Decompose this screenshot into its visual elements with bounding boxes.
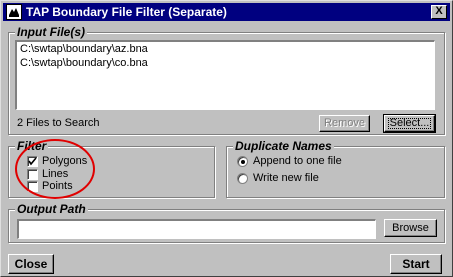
close-window-button[interactable]: X [431, 5, 447, 19]
points-label[interactable]: Points [42, 180, 73, 192]
remove-button-label: Remove [324, 117, 365, 129]
title-bar[interactable]: TAP Boundary File Filter (Separate) X [3, 3, 450, 21]
duplicate-names-legend: Duplicate Names [233, 139, 334, 153]
filter-legend: Filter [15, 139, 49, 153]
append-radio[interactable] [237, 156, 248, 167]
dialog-window: TAP Boundary File Filter (Separate) X In… [0, 0, 453, 277]
input-files-list[interactable]: C:\swtap\boundary\az.bna C:\swtap\bounda… [15, 40, 435, 110]
list-item[interactable]: C:\swtap\boundary\co.bna [17, 56, 434, 70]
start-button[interactable]: Start [390, 254, 442, 274]
output-path-field[interactable] [17, 219, 376, 239]
focus-rect [388, 118, 431, 129]
points-checkbox[interactable] [27, 181, 38, 192]
browse-button-label: Browse [392, 222, 429, 234]
close-button-label: Close [14, 257, 48, 271]
lines-checkbox[interactable] [27, 169, 38, 180]
output-path-legend: Output Path [15, 202, 88, 216]
select-button[interactable]: Select... [383, 114, 436, 133]
radio-selected-dot [241, 160, 245, 164]
write-new-radio[interactable] [237, 173, 248, 184]
window-title: TAP Boundary File Filter (Separate) [26, 5, 227, 19]
browse-button[interactable]: Browse [384, 219, 437, 237]
remove-button[interactable]: Remove [319, 115, 370, 132]
write-new-label[interactable]: Write new file [253, 172, 319, 184]
start-button-label: Start [402, 257, 430, 271]
polygons-label[interactable]: Polygons [42, 155, 87, 167]
filter-group: Filter [8, 139, 215, 198]
file-count-text: 2 Files to Search [17, 117, 100, 129]
close-button[interactable]: Close [8, 254, 54, 274]
polygons-checkbox[interactable] [27, 156, 38, 167]
append-label[interactable]: Append to one file [253, 155, 342, 167]
app-icon [6, 4, 22, 20]
input-files-legend: Input File(s) [15, 25, 87, 39]
lines-label[interactable]: Lines [42, 168, 68, 180]
list-item[interactable]: C:\swtap\boundary\az.bna [17, 42, 434, 56]
